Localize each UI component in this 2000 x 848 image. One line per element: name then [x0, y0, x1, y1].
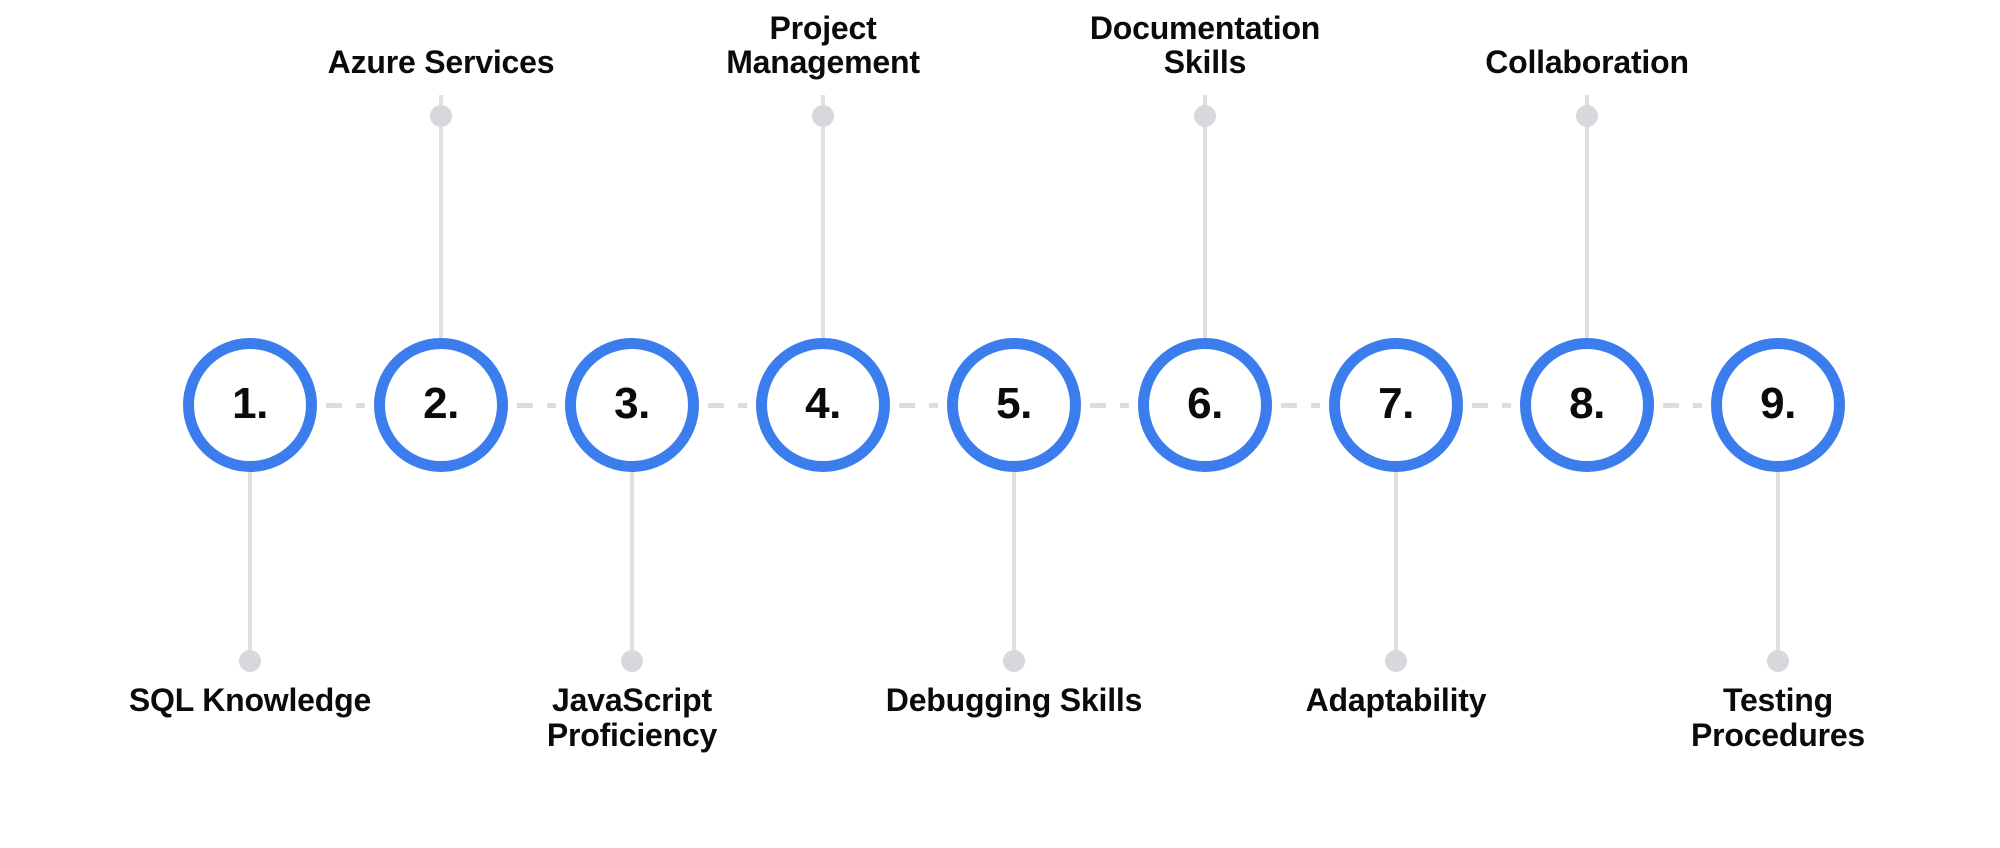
node-number: 3. — [614, 379, 650, 428]
node-circle-3[interactable]: 3. — [565, 338, 699, 472]
connector-dashed-line — [708, 403, 747, 408]
connector-dashed-line — [517, 403, 556, 408]
node-circle-7[interactable]: 7. — [1329, 338, 1463, 472]
node-stem-line — [1203, 95, 1207, 345]
node-number: 1. — [232, 379, 268, 428]
connector-dashed-line — [899, 403, 938, 408]
node-number: 5. — [996, 379, 1032, 428]
node-stem-dot — [1767, 650, 1789, 672]
node-number: 7. — [1378, 379, 1414, 428]
node-number: 8. — [1569, 379, 1605, 428]
node-label-9: Testing Procedures — [1690, 682, 1866, 753]
node-stem-dot — [1576, 105, 1598, 127]
node-circle-9[interactable]: 9. — [1711, 338, 1845, 472]
node-circle-1[interactable]: 1. — [183, 338, 317, 472]
node-stem-line — [630, 465, 634, 661]
node-number: 2. — [423, 379, 459, 428]
node-stem-line — [248, 465, 252, 661]
connector-dashed-line — [326, 403, 365, 408]
node-stem-dot — [1003, 650, 1025, 672]
node-circle-8[interactable]: 8. — [1520, 338, 1654, 472]
connector-dashed-line — [1472, 403, 1511, 408]
node-stem-dot — [1194, 105, 1216, 127]
node-stem-dot — [621, 650, 643, 672]
timeline-diagram: 1. SQL Knowledge 2. Azure Services 3. JavaScr… — [0, 0, 2000, 848]
node-label-8: Collaboration — [1485, 44, 1689, 81]
node-circle-5[interactable]: 5. — [947, 338, 1081, 472]
node-stem-line — [1585, 95, 1589, 345]
node-stem-line — [821, 95, 825, 345]
node-stem-dot — [1385, 650, 1407, 672]
connector-dashed-line — [1663, 403, 1702, 408]
node-number: 4. — [805, 379, 841, 428]
node-circle-2[interactable]: 2. — [374, 338, 508, 472]
node-stem-line — [1394, 465, 1398, 661]
node-circle-6[interactable]: 6. — [1138, 338, 1272, 472]
node-stem-dot — [239, 650, 261, 672]
node-number: 9. — [1760, 379, 1796, 428]
node-stem-line — [1012, 465, 1016, 661]
node-circle-4[interactable]: 4. — [756, 338, 890, 472]
node-stem-dot — [812, 105, 834, 127]
connector-dashed-line — [1090, 403, 1129, 408]
node-number: 6. — [1187, 379, 1223, 428]
connector-dashed-line — [1281, 403, 1320, 408]
node-stem-line — [1776, 465, 1780, 661]
node-stem-line — [439, 95, 443, 345]
node-stem-dot — [430, 105, 452, 127]
